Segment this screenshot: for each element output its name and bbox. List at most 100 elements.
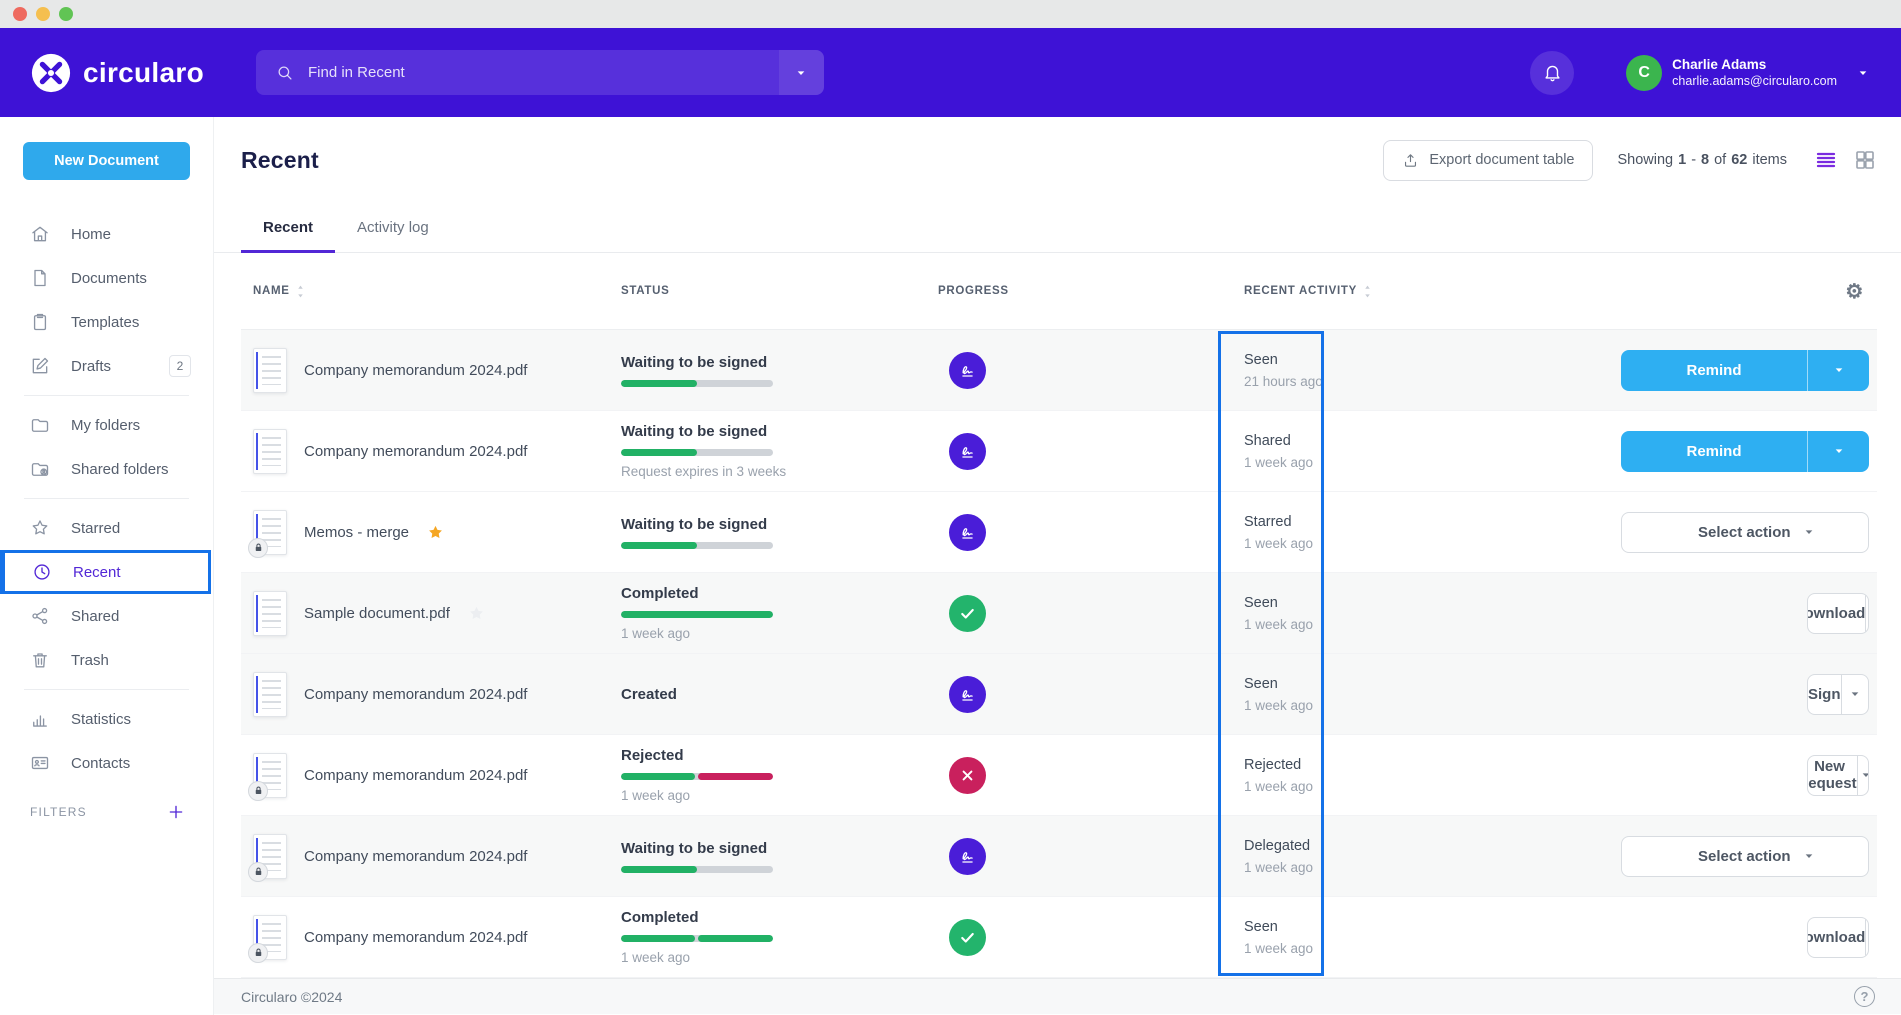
sidebar-item-starred[interactable]: Starred <box>0 506 213 550</box>
action-button-label: Remind <box>1621 443 1807 460</box>
add-filter-button[interactable] <box>167 803 185 821</box>
chevron-down-icon <box>1866 605 1869 621</box>
document-thumbnail <box>253 591 287 636</box>
activity-time: 1 week ago <box>1244 860 1621 875</box>
column-header-recent-activity[interactable]: RECENT ACTIVITY <box>1244 284 1621 299</box>
table-row[interactable]: Company memorandum 2024.pdf Waiting to b… <box>241 816 1877 897</box>
notifications-button[interactable] <box>1530 51 1574 95</box>
sort-icon[interactable] <box>296 284 305 299</box>
action-button[interactable]: Download <box>1807 593 1869 634</box>
activity-type: Delegated <box>1244 838 1621 854</box>
document-thumbnail <box>253 348 287 393</box>
table-row[interactable]: Company memorandum 2024.pdf Completed 1 … <box>241 897 1877 978</box>
progress-bar <box>621 773 773 780</box>
filters-section: FILTERS <box>0 803 213 821</box>
status-text: Completed <box>621 909 908 926</box>
status-badge <box>949 919 986 956</box>
table-row[interactable]: Company memorandum 2024.pdf Waiting to b… <box>241 330 1877 411</box>
help-button[interactable]: ? <box>1854 986 1875 1007</box>
grid-view-icon[interactable] <box>1853 148 1877 172</box>
status-cell: Completed 1 week ago <box>621 909 938 965</box>
app-logo[interactable]: circularo <box>30 52 204 94</box>
document-name: Company memorandum 2024.pdf <box>304 848 527 865</box>
document-name: Company memorandum 2024.pdf <box>304 767 527 784</box>
progress-cell <box>938 919 1244 956</box>
status-subtext: Request expires in 3 weeks <box>621 464 908 479</box>
export-document-table-button[interactable]: Export document table <box>1383 140 1593 181</box>
sidebar-item-statistics[interactable]: Statistics <box>0 697 213 741</box>
action-button[interactable]: New request <box>1807 755 1869 796</box>
sort-icon[interactable] <box>1363 284 1372 299</box>
recent-activity-cell: Delegated 1 week ago <box>1244 838 1621 875</box>
tab-bar: Recent Activity log <box>214 203 1901 253</box>
sidebar-item-my-folders[interactable]: My folders <box>0 403 213 447</box>
new-document-button[interactable]: New Document <box>23 142 190 180</box>
star-icon[interactable] <box>426 523 445 542</box>
sidebar-item-trash[interactable]: Trash <box>0 638 213 682</box>
table-row[interactable]: Company memorandum 2024.pdf Rejected 1 w… <box>241 735 1877 816</box>
list-view-icon[interactable] <box>1814 148 1838 172</box>
document-name: Company memorandum 2024.pdf <box>304 362 527 379</box>
document-name: Company memorandum 2024.pdf <box>304 443 527 460</box>
name-cell: Company memorandum 2024.pdf <box>241 348 621 393</box>
sidebar-nav: Home Documents Templates Drafts 2 My fol… <box>0 212 213 785</box>
zoom-button[interactable] <box>59 7 73 21</box>
table-settings-gear-icon[interactable]: ⚙ <box>1621 279 1878 304</box>
sidebar-item-label: Trash <box>71 652 213 669</box>
sidebar-item-label: Templates <box>71 314 213 331</box>
sidebar-item-recent[interactable]: Recent <box>0 550 211 594</box>
sidebar-item-shared-folders[interactable]: Shared folders <box>0 447 213 491</box>
activity-time: 21 hours ago <box>1244 374 1621 389</box>
status-badge <box>949 514 986 551</box>
action-button[interactable]: Download <box>1807 917 1869 958</box>
table-row[interactable]: Sample document.pdf Completed 1 week ago… <box>241 573 1877 654</box>
action-dropdown-toggle[interactable] <box>1807 350 1869 391</box>
sidebar-item-templates[interactable]: Templates <box>0 300 213 344</box>
action-dropdown-toggle[interactable] <box>1865 918 1869 957</box>
tab-activity-log[interactable]: Activity log <box>335 203 451 252</box>
nav-icon <box>30 415 50 435</box>
user-menu[interactable]: C Charlie Adams charlie.adams@circularo.… <box>1626 55 1871 91</box>
action-cell: Remind <box>1621 431 1878 472</box>
table-row[interactable]: Memos - merge Waiting to be signed Starr… <box>241 492 1877 573</box>
action-button[interactable]: Sign <box>1807 674 1869 715</box>
sidebar-item-label: Home <box>71 226 213 243</box>
star-icon[interactable] <box>467 604 486 623</box>
status-text: Completed <box>621 585 908 602</box>
action-dropdown-toggle[interactable] <box>1807 431 1869 472</box>
action-button[interactable]: Remind <box>1621 431 1869 472</box>
table-row[interactable]: Company memorandum 2024.pdf Created Seen… <box>241 654 1877 735</box>
close-button[interactable] <box>13 7 27 21</box>
tab-recent[interactable]: Recent <box>241 203 335 252</box>
action-dropdown-toggle[interactable] <box>1857 756 1869 795</box>
status-cell: Completed 1 week ago <box>621 585 938 641</box>
action-button[interactable]: Select action <box>1621 836 1869 877</box>
minimize-button[interactable] <box>36 7 50 21</box>
action-dropdown-toggle[interactable] <box>1865 594 1869 633</box>
action-button[interactable]: Remind <box>1621 350 1869 391</box>
cross-icon <box>957 765 978 786</box>
action-cell: Remind <box>1621 350 1878 391</box>
status-text: Rejected <box>621 747 908 764</box>
search-scope-dropdown[interactable] <box>779 50 824 95</box>
sidebar-item-home[interactable]: Home <box>0 212 213 256</box>
status-text: Waiting to be signed <box>621 354 908 371</box>
action-cell: New request <box>1621 755 1878 796</box>
search-input[interactable] <box>294 64 779 81</box>
sidebar-item-drafts[interactable]: Drafts 2 <box>0 344 213 388</box>
recent-activity-cell: Shared 1 week ago <box>1244 433 1621 470</box>
status-subtext: 1 week ago <box>621 950 908 965</box>
action-button[interactable]: Select action <box>1621 512 1869 553</box>
column-header-status[interactable]: STATUS <box>621 285 938 297</box>
export-button-label: Export document table <box>1429 152 1574 168</box>
sidebar-item-contacts[interactable]: Contacts <box>0 741 213 785</box>
sidebar-item-shared[interactable]: Shared <box>0 594 213 638</box>
sidebar-item-documents[interactable]: Documents <box>0 256 213 300</box>
column-header-progress[interactable]: PROGRESS <box>938 285 1244 297</box>
sidebar-divider <box>24 498 189 499</box>
action-dropdown-toggle[interactable] <box>1841 675 1869 714</box>
column-header-name[interactable]: NAME <box>241 284 621 299</box>
progress-bar <box>621 542 773 549</box>
table-row[interactable]: Company memorandum 2024.pdf Waiting to b… <box>241 411 1877 492</box>
action-cell: Select action <box>1621 512 1878 553</box>
